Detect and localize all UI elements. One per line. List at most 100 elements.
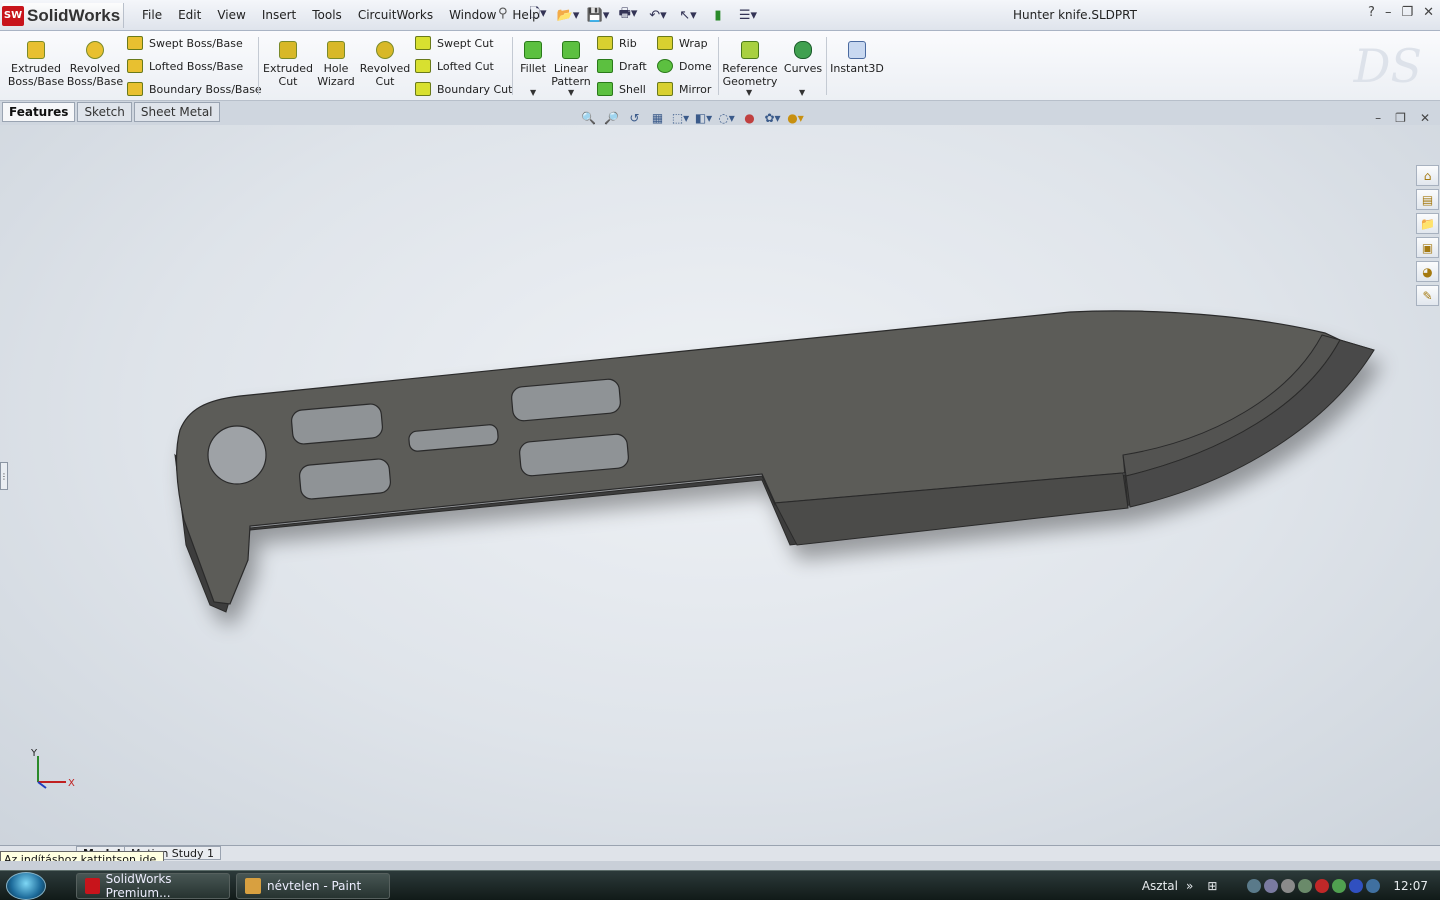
wireless-icon[interactable] (1366, 879, 1381, 893)
shell-button[interactable]: Shell (597, 82, 646, 96)
tab-sheet-metal[interactable]: Sheet Metal (133, 102, 220, 122)
revolved-cut-label: Revolved Cut (359, 62, 411, 88)
tab-sketch[interactable]: Sketch (77, 102, 132, 122)
menu-view[interactable]: View (209, 7, 253, 23)
undo-icon[interactable]: ↶▾ (645, 5, 671, 25)
boundary-cut-label: Boundary Cut (437, 82, 513, 96)
shell-icon (597, 82, 613, 96)
draft-button[interactable]: Draft (597, 59, 647, 73)
reference-geometry-dropdown-icon[interactable]: ▼ (746, 88, 752, 97)
taskbar-paint[interactable]: névtelen - Paint (236, 873, 390, 899)
rib-button[interactable]: Rib (597, 36, 637, 50)
menu-file[interactable]: File (134, 7, 170, 23)
file-explorer-icon[interactable]: 📁 (1416, 213, 1439, 234)
edit-appearance-icon[interactable]: ● (741, 109, 758, 126)
start-button[interactable] (6, 872, 46, 900)
view-orientation-icon[interactable]: ⬚▾ (672, 109, 689, 126)
extruded-cut-button[interactable]: Extruded Cut (262, 41, 314, 88)
zoom-to-area-icon[interactable]: 🔎 (603, 109, 620, 126)
desktop-toolbar-label[interactable]: Asztal (1142, 879, 1178, 893)
revolved-cut-button[interactable]: Revolved Cut (360, 41, 410, 88)
ds-watermark-logo: DS (1353, 39, 1422, 93)
language-icon[interactable]: ⊞ (1207, 879, 1217, 893)
fillet-button[interactable]: Fillet (518, 41, 548, 75)
extruded-boss-button[interactable]: Extruded Boss/Base (8, 41, 64, 88)
command-manager: Extruded Boss/Base Revolved Boss/Base Sw… (0, 31, 1440, 101)
doc-minimize-button[interactable]: – (1375, 111, 1381, 125)
paint-app-icon (245, 878, 261, 894)
boundary-boss-label: Boundary Boss/Base (149, 82, 262, 96)
fillet-dropdown-icon[interactable]: ▼ (530, 88, 536, 97)
menu-edit[interactable]: Edit (170, 7, 209, 23)
wrap-button[interactable]: Wrap (657, 36, 708, 50)
rebuild-icon[interactable]: ▮ (705, 5, 731, 25)
title-bar: SW SolidWorks File Edit View Insert Tool… (0, 0, 1440, 31)
update-icon[interactable] (1332, 879, 1347, 893)
select-icon[interactable]: ↖▾ (675, 5, 701, 25)
boundary-boss-button[interactable]: Boundary Boss/Base (127, 82, 262, 96)
expand-toolbar-icon[interactable]: » (1186, 879, 1193, 893)
tray-view-icon[interactable] (1298, 879, 1313, 893)
mirror-button[interactable]: Mirror (657, 82, 711, 96)
instant3d-button[interactable]: Instant3D (830, 41, 884, 75)
bluetooth-icon[interactable] (1349, 879, 1364, 893)
taskbar-paint-label: névtelen - Paint (267, 879, 362, 893)
open-icon[interactable]: 📂▾ (555, 5, 581, 25)
handle-slot (299, 458, 391, 500)
close-button[interactable]: ✕ (1423, 5, 1434, 20)
menu-circuitworks[interactable]: CircuitWorks (350, 7, 441, 23)
menu-tools[interactable]: Tools (304, 7, 350, 23)
rib-label: Rib (619, 36, 637, 50)
view-settings-icon[interactable]: ●▾ (787, 109, 804, 126)
save-icon[interactable]: 💾▾ (585, 5, 611, 25)
antivirus-icon[interactable] (1315, 879, 1330, 893)
clock[interactable]: 12:07 (1393, 879, 1428, 893)
view-palette-icon[interactable]: ▣ (1416, 237, 1439, 258)
zoom-to-fit-icon[interactable]: 🔍 (580, 109, 597, 126)
pattern-dropdown-icon[interactable]: ▼ (568, 88, 574, 97)
volume-icon[interactable] (1281, 879, 1296, 893)
curves-dropdown-icon[interactable]: ▼ (799, 88, 805, 97)
lofted-cut-button[interactable]: Lofted Cut (415, 59, 494, 73)
minimize-button[interactable]: – (1385, 5, 1392, 20)
graphics-area[interactable] (0, 125, 1440, 845)
design-library-icon[interactable]: ▤ (1416, 189, 1439, 210)
print-icon[interactable]: 🖶▾ (615, 5, 641, 25)
menu-insert[interactable]: Insert (254, 7, 304, 23)
hole-wizard-button[interactable]: Hole Wizard (316, 41, 356, 88)
taskbar-solidworks[interactable]: SolidWorks Premium... (76, 872, 230, 900)
restore-button[interactable]: ❐ (1401, 5, 1413, 20)
linear-pattern-button[interactable]: Linear Pattern (551, 41, 591, 88)
pin-menu-icon[interactable]: ⚲ (498, 6, 508, 21)
lofted-boss-button[interactable]: Lofted Boss/Base (127, 59, 243, 73)
appearances-icon[interactable]: ◕ (1416, 261, 1439, 282)
doc-close-button[interactable]: ✕ (1420, 111, 1430, 125)
menu-window[interactable]: Window (441, 7, 504, 23)
hide-show-items-icon[interactable]: ◌▾ (718, 109, 735, 126)
swept-cut-button[interactable]: Swept Cut (415, 36, 494, 50)
solidworks-logo[interactable]: SW SolidWorks (2, 3, 124, 28)
revolved-cut-icon (376, 41, 394, 59)
revolved-boss-button[interactable]: Revolved Boss/Base (67, 41, 123, 88)
new-document-icon[interactable]: 🗋▾ (525, 5, 551, 25)
knife-model[interactable] (0, 125, 1440, 845)
dome-button[interactable]: Dome (657, 59, 712, 73)
feature-manager-collapse-handle[interactable]: ⋮ (0, 462, 8, 490)
reference-geometry-button[interactable]: Reference Geometry (722, 41, 778, 88)
tray-app-icon[interactable] (1264, 879, 1279, 893)
tab-features[interactable]: Features (2, 102, 76, 122)
boundary-cut-button[interactable]: Boundary Cut (415, 82, 512, 96)
options-icon[interactable]: ☰▾ (735, 5, 761, 25)
curves-button[interactable]: Curves (784, 41, 822, 75)
section-view-icon[interactable]: ▦ (649, 109, 666, 126)
menu-bar: File Edit View Insert Tools CircuitWorks… (134, 7, 548, 23)
doc-restore-button[interactable]: ❐ (1395, 111, 1406, 125)
apply-scene-icon[interactable]: ✿▾ (764, 109, 781, 126)
help-icon[interactable]: ? (1368, 5, 1375, 20)
display-style-icon[interactable]: ◧▾ (695, 109, 712, 126)
swept-boss-button[interactable]: Swept Boss/Base (127, 36, 243, 50)
previous-view-icon[interactable]: ↺ (626, 109, 643, 126)
custom-properties-icon[interactable]: ✎ (1416, 285, 1439, 306)
network-icon[interactable] (1247, 879, 1262, 893)
solidworks-resources-icon[interactable]: ⌂ (1416, 165, 1439, 186)
